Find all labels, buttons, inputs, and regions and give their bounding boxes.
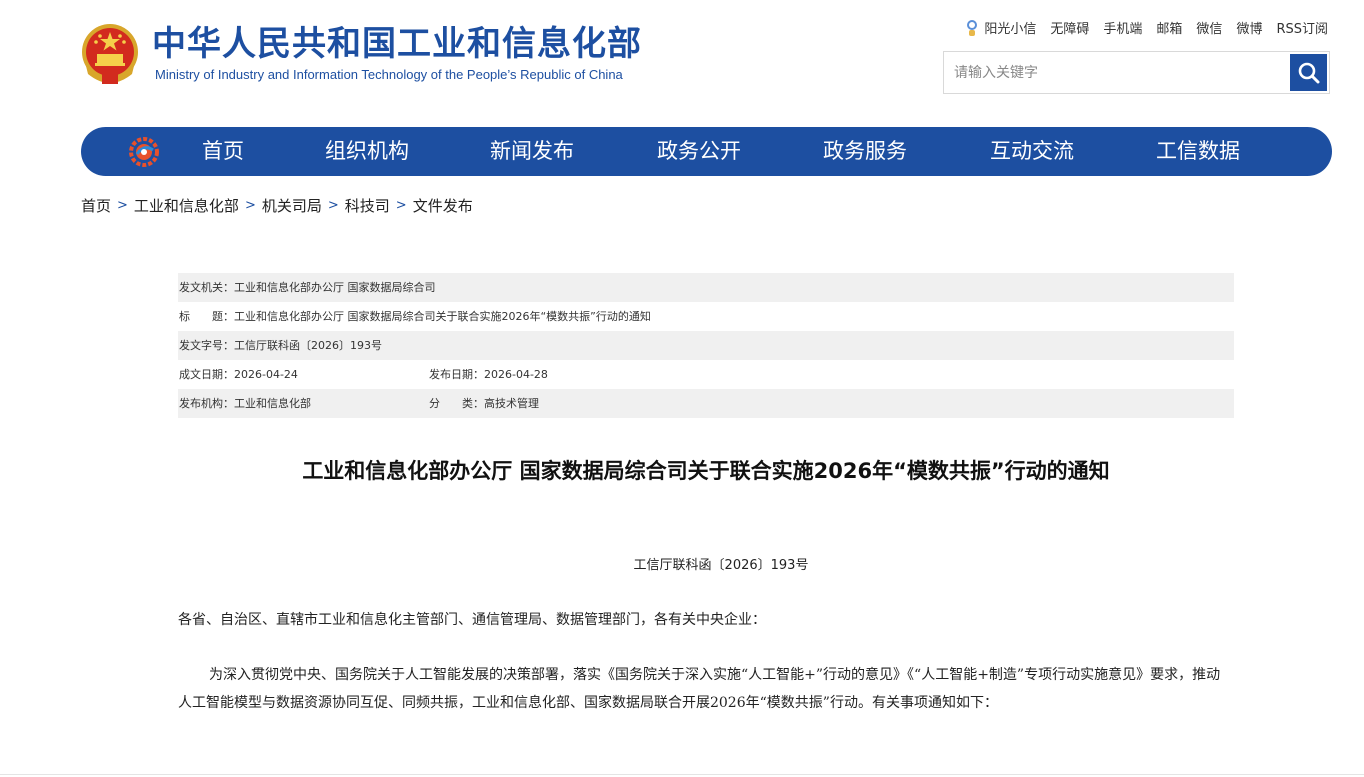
sunshine-link[interactable]: 阳光小信 (964, 18, 1036, 37)
site-subtitle: Ministry of Industry and Information Tec… (155, 67, 623, 82)
meta-row: 发文字号：工信厅联科函〔2026〕193号 (178, 331, 1234, 360)
meta-category: 分 类：高技术管理 (429, 397, 539, 410)
sunshine-label[interactable]: 阳光小信 (984, 18, 1036, 37)
wechat-link[interactable]: 微信 (1196, 18, 1222, 37)
search-button[interactable] (1290, 54, 1327, 91)
breadcrumb-separator: > (117, 198, 128, 213)
nav-item-government-affairs[interactable]: 政务公开 (657, 127, 741, 176)
breadcrumb-science-tech[interactable]: 科技司 (345, 195, 390, 216)
rss-link[interactable]: RSS订阅 (1276, 18, 1328, 37)
nav-item-organization[interactable]: 组织机构 (325, 127, 409, 176)
nav-item-home[interactable]: 首页 (202, 127, 244, 176)
meta-row: 标 题：工业和信息化部办公厅 国家数据局综合司关于联合实施2026年“模数共振”… (178, 302, 1234, 331)
nav-item-news[interactable]: 新闻发布 (490, 127, 574, 176)
breadcrumb-home[interactable]: 首页 (81, 195, 111, 216)
mail-link[interactable]: 邮箱 (1156, 18, 1182, 37)
miit-logo-icon[interactable] (127, 136, 161, 168)
article-salutation: 各省、自治区、直辖市工业和信息化主管部门、通信管理局、数据管理部门，各有关中央企… (178, 612, 766, 628)
meta-row: 成文日期：2026-04-24 发布日期：2026-04-28 (178, 360, 1234, 389)
article-doc-number: 工信厅联科函〔2026〕193号 (633, 558, 809, 573)
breadcrumb-separator: > (327, 198, 339, 213)
article-title: 工业和信息化部办公厅 国家数据局综合司关于联合实施2026年“模数共振”行动的通… (302, 459, 1110, 483)
meta-publisher: 发布机构：工业和信息化部 (179, 397, 311, 410)
document-meta-table: 发文机关：工业和信息化部办公厅 国家数据局综合司 标 题：工业和信息化部办公厅 … (178, 273, 1234, 418)
search-box (943, 51, 1330, 94)
weibo-link[interactable]: 微博 (1236, 18, 1262, 37)
nav-item-data[interactable]: 工信数据 (1156, 127, 1240, 176)
meta-publish-date: 发布日期：2026-04-28 (429, 368, 548, 381)
breadcrumb-departments[interactable]: 机关司局 (262, 195, 322, 216)
site-title[interactable]: 中华人民共和国工业和信息化部 (152, 24, 642, 64)
meta-row: 发文机关：工业和信息化部办公厅 国家数据局综合司 (178, 273, 1234, 302)
breadcrumb-separator: > (244, 198, 256, 213)
national-emblem-icon[interactable] (80, 22, 140, 86)
nav-item-interaction[interactable]: 互动交流 (990, 127, 1074, 176)
breadcrumb: 首页 > 工业和信息化部 > 机关司局 > 科技司 > 文件发布 (81, 195, 473, 216)
top-links: 阳光小信 无障碍 手机端 邮箱 微信 微博 RSS订阅 (964, 18, 1328, 37)
breadcrumb-separator: > (395, 198, 407, 213)
search-input[interactable] (944, 52, 1290, 93)
accessibility-link[interactable]: 无障碍 (1050, 18, 1089, 37)
main-nav: 首页 组织机构 新闻发布 政务公开 政务服务 互动交流 工信数据 (81, 127, 1332, 176)
search-icon (1298, 62, 1319, 83)
breadcrumb-documents[interactable]: 文件发布 (413, 195, 473, 216)
meta-doc-number: 发文字号：工信厅联科函〔2026〕193号 (179, 339, 382, 352)
mascot-icon (967, 19, 978, 36)
site-header: 中华人民共和国工业和信息化部 Ministry of Industry and … (0, 0, 1364, 120)
mobile-link[interactable]: 手机端 (1103, 18, 1142, 37)
meta-issuer: 发文机关：工业和信息化部办公厅 国家数据局综合司 (179, 281, 436, 294)
meta-written-date: 成文日期：2026-04-24 (179, 368, 298, 381)
meta-row: 发布机构：工业和信息化部 分 类：高技术管理 (178, 389, 1234, 418)
article-paragraph: 为深入贯彻党中央、国务院关于人工智能发展的决策部署，落实《国务院关于深入实施“人… (178, 667, 1221, 711)
nav-item-services[interactable]: 政务服务 (823, 127, 907, 176)
meta-title: 标 题：工业和信息化部办公厅 国家数据局综合司关于联合实施2026年“模数共振”… (179, 310, 651, 323)
breadcrumb-miit[interactable]: 工业和信息化部 (134, 195, 239, 216)
divider (0, 774, 1364, 775)
